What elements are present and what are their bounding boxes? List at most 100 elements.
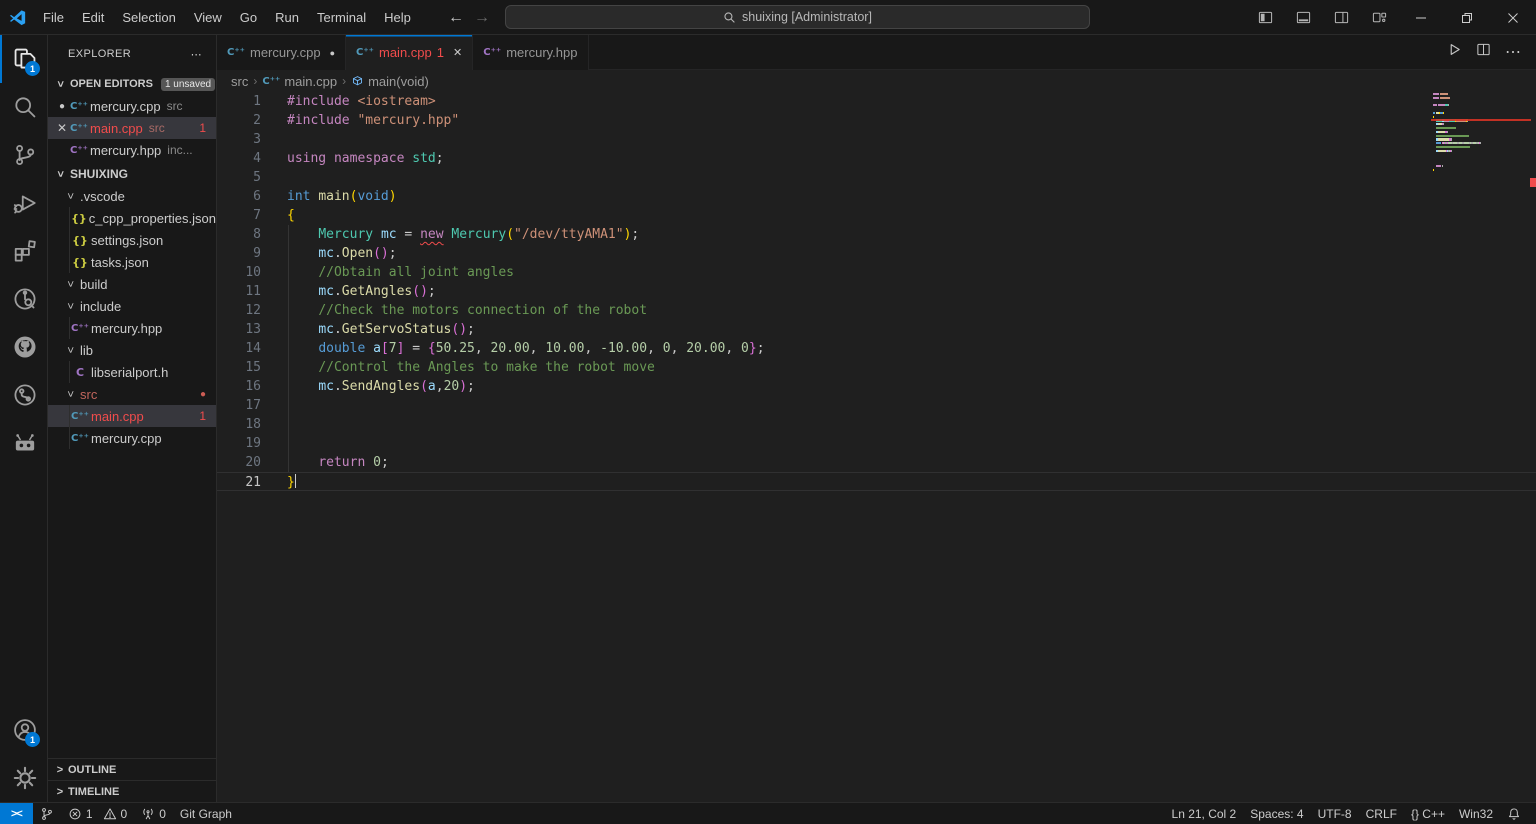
code-line-16[interactable]: 16 mc.SendAngles(a,20); — [217, 377, 1536, 396]
activity-extensions[interactable] — [0, 227, 47, 275]
code-line-5[interactable]: 5 — [217, 168, 1536, 187]
minimap[interactable] — [1433, 92, 1523, 172]
code-line-4[interactable]: 4using namespace std; — [217, 149, 1536, 168]
debug-icon — [13, 191, 37, 215]
code-line-21[interactable]: 21} — [217, 472, 1536, 491]
modified-dot-icon[interactable]: ● — [330, 48, 335, 58]
status-platform[interactable]: Win32 — [1452, 803, 1500, 824]
minimize-button[interactable] — [1398, 0, 1444, 35]
menu-view[interactable]: View — [185, 6, 231, 29]
breadcrumb-main.cpp[interactable]: C⁺⁺main.cpp — [262, 74, 337, 89]
status-text: Spaces: 4 — [1250, 807, 1303, 821]
code-line-19[interactable]: 19 — [217, 434, 1536, 453]
open-editor-mercury.cpp[interactable]: ●C⁺⁺mercury.cppsrc — [48, 95, 216, 117]
activity-github[interactable] — [0, 323, 47, 371]
menu-help[interactable]: Help — [375, 6, 420, 29]
menu-run[interactable]: Run — [266, 6, 308, 29]
code-line-3[interactable]: 3 — [217, 130, 1536, 149]
status-language-mode[interactable]: {} C++ — [1404, 803, 1452, 824]
code-line-14[interactable]: 14 double a[7] = {50.25, 20.00, 10.00, -… — [217, 339, 1536, 358]
tree-item-main.cpp[interactable]: C⁺⁺main.cpp1 — [48, 405, 216, 427]
toggle-secondary-sidebar-icon[interactable] — [1322, 0, 1360, 35]
open-editor-mercury.hpp[interactable]: C⁺⁺mercury.hppinc... — [48, 139, 216, 161]
activity-source-control[interactable] — [0, 131, 47, 179]
activity-git-history[interactable] — [0, 275, 47, 323]
command-center-search[interactable]: shuixing [Administrator] — [505, 5, 1090, 29]
unsaved-badge: 1 unsaved — [161, 78, 215, 91]
activity-explorer[interactable]: 1 — [0, 35, 47, 83]
tree-item-libserialport.h[interactable]: Clibserialport.h — [48, 361, 216, 383]
code-line-11[interactable]: 11 mc.GetAngles(); — [217, 282, 1536, 301]
status-eol[interactable]: CRLF — [1359, 803, 1404, 824]
customize-layout-icon[interactable] — [1360, 0, 1398, 35]
status-remote[interactable]: >< — [0, 803, 33, 824]
code-line-10[interactable]: 10 //Obtain all joint angles — [217, 263, 1536, 282]
menu-file[interactable]: File — [34, 6, 73, 29]
activity-run-and-debug[interactable] — [0, 179, 47, 227]
modified-dot-icon[interactable]: ● — [54, 101, 70, 112]
code-line-20[interactable]: 20 return 0; — [217, 453, 1536, 472]
code-editor[interactable]: 1#include <iostream>2#include "mercury.h… — [217, 92, 1536, 802]
activity-search[interactable] — [0, 83, 47, 131]
status-cursor-position[interactable]: Ln 21, Col 2 — [1165, 803, 1244, 824]
code-line-17[interactable]: 17 — [217, 396, 1536, 415]
nav-back-icon[interactable]: ← — [448, 9, 464, 27]
status-ports[interactable]: 0 — [134, 803, 173, 824]
status-encoding[interactable]: UTF-8 — [1311, 803, 1359, 824]
breadcrumb-src[interactable]: src — [231, 74, 248, 89]
tree-item-build[interactable]: >build — [48, 273, 216, 295]
code-line-12[interactable]: 12 //Check the motors connection of the … — [217, 301, 1536, 320]
code-line-1[interactable]: 1#include <iostream> — [217, 92, 1536, 111]
activity-ai-assistant[interactable] — [0, 419, 47, 467]
status-problems[interactable]: 10 — [61, 803, 134, 824]
menu-terminal[interactable]: Terminal — [308, 6, 375, 29]
toggle-sidebar-icon[interactable] — [1246, 0, 1284, 35]
tree-item-settings.json[interactable]: {}settings.json — [48, 229, 216, 251]
code-line-7[interactable]: 7{ — [217, 206, 1536, 225]
activity-accounts[interactable]: 1 — [0, 706, 47, 754]
code-line-8[interactable]: 8 Mercury mc = new Mercury("/dev/ttyAMA1… — [217, 225, 1536, 244]
tree-item-.vscode[interactable]: >.vscode — [48, 185, 216, 207]
more-actions-icon[interactable]: ⋯ — [1505, 42, 1522, 62]
activity-git-graph[interactable] — [0, 371, 47, 419]
activity-settings[interactable] — [0, 754, 47, 802]
status-git-branch[interactable] — [33, 803, 61, 824]
status-notifications[interactable] — [1500, 803, 1528, 824]
tree-item-mercury.hpp[interactable]: C⁺⁺mercury.hpp — [48, 317, 216, 339]
tree-item-mercury.cpp[interactable]: C⁺⁺mercury.cpp — [48, 427, 216, 449]
close-tab-icon[interactable]: ✕ — [453, 46, 462, 59]
views-more-actions-icon[interactable]: ⋯ — [191, 48, 202, 61]
status-indentation[interactable]: Spaces: 4 — [1243, 803, 1310, 824]
code-line-2[interactable]: 2#include "mercury.hpp" — [217, 111, 1536, 130]
restore-button[interactable] — [1444, 0, 1490, 35]
tree-item-c_cpp_properties.json[interactable]: {}c_cpp_properties.json — [48, 207, 216, 229]
menu-selection[interactable]: Selection — [113, 6, 184, 29]
toggle-panel-icon[interactable] — [1284, 0, 1322, 35]
section-outline[interactable]: >OUTLINE — [48, 758, 216, 780]
breadcrumb-main(void)[interactable]: main(void) — [351, 74, 429, 89]
tree-item-tasks.json[interactable]: {}tasks.json — [48, 251, 216, 273]
close-window-button[interactable] — [1490, 0, 1536, 35]
workspace-root[interactable]: > SHUIXING — [48, 163, 216, 185]
tab-main.cpp[interactable]: C⁺⁺main.cpp1✕ — [346, 35, 473, 70]
open-editors-header[interactable]: > OPEN EDITORS 1 unsaved — [48, 73, 216, 95]
tab-mercury.hpp[interactable]: C⁺⁺mercury.hpp — [473, 35, 588, 70]
tree-item-src[interactable]: >src● — [48, 383, 216, 405]
menu-edit[interactable]: Edit — [73, 6, 113, 29]
nav-forward-icon[interactable]: → — [474, 9, 490, 27]
code-line-13[interactable]: 13 mc.GetServoStatus(); — [217, 320, 1536, 339]
section-timeline[interactable]: >TIMELINE — [48, 780, 216, 802]
open-editor-main.cpp[interactable]: ✕C⁺⁺main.cppsrc1 — [48, 117, 216, 139]
code-line-9[interactable]: 9 mc.Open(); — [217, 244, 1536, 263]
tree-item-lib[interactable]: >lib — [48, 339, 216, 361]
code-line-6[interactable]: 6int main(void) — [217, 187, 1536, 206]
tree-item-include[interactable]: >include — [48, 295, 216, 317]
run-button[interactable] — [1447, 42, 1462, 62]
status-git-graph[interactable]: Git Graph — [173, 803, 239, 824]
menu-go[interactable]: Go — [231, 6, 266, 29]
code-line-18[interactable]: 18 — [217, 415, 1536, 434]
tab-mercury.cpp[interactable]: C⁺⁺mercury.cpp● — [217, 35, 346, 70]
close-editor-icon[interactable]: ✕ — [54, 121, 70, 135]
split-editor-icon[interactable] — [1476, 42, 1491, 62]
code-line-15[interactable]: 15 //Control the Angles to make the robo… — [217, 358, 1536, 377]
